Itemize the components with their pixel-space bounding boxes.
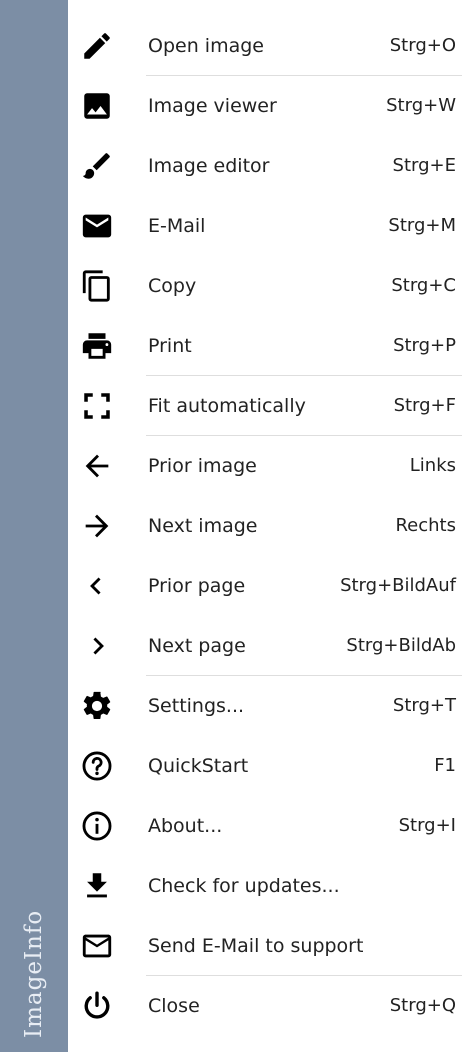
menu-item-copy[interactable]: Copy Strg+C [68,256,462,316]
menu-item-shortcut: Strg+P [393,335,456,356]
menu-item-label: Open image [148,35,264,57]
menu-item-label: Check for updates... [148,875,340,897]
power-icon [80,989,114,1023]
brush-icon [80,149,114,183]
menu-item-shortcut: Strg+E [392,155,456,176]
arrow-left-icon [80,449,114,483]
copy-icon [80,269,114,303]
menu-item-email[interactable]: E-Mail Strg+M [68,196,462,256]
menu-item-label: Image editor [148,155,270,177]
app-name: ImageInfo [21,909,47,1038]
menu-item-fit-automatically[interactable]: Fit automatically Strg+F [68,376,462,436]
menu-item-shortcut: Strg+F [393,395,456,416]
menu-item-shortcut: F1 [434,755,456,776]
menu-item-next-image[interactable]: Next image Rechts [68,496,462,556]
menu-item-shortcut: Rechts [395,515,456,536]
printer-icon [80,329,114,363]
menu-items: Open image Strg+O Image viewer Strg+W Im… [68,16,462,1036]
chevron-right-icon [80,629,114,663]
menu-item-prior-image[interactable]: Prior image Links [68,436,462,496]
menu-item-quickstart[interactable]: QuickStart F1 [68,736,462,796]
menu-item-about[interactable]: About... Strg+I [68,796,462,856]
menu-item-label: Next image [148,515,258,537]
menu-item-label: Close [148,995,200,1017]
menu-item-label: E-Mail [148,215,206,237]
menu-item-shortcut: Strg+C [391,275,456,296]
menu-item-image-editor[interactable]: Image editor Strg+E [68,136,462,196]
menu-item-label: Send E-Mail to support [148,935,364,957]
menu-item-send-support-email[interactable]: Send E-Mail to support [68,916,462,976]
menu-item-label: Next page [148,635,246,657]
gear-icon [80,689,114,723]
chevron-left-icon [80,569,114,603]
menu-item-shortcut: Strg+O [389,35,456,56]
menu-item-print[interactable]: Print Strg+P [68,316,462,376]
menu-item-label: Print [148,335,192,357]
sidebar-banner: ImageInfo [0,0,68,1052]
menu-item-label: Prior page [148,575,246,597]
arrow-right-icon [80,509,114,543]
menu-item-label: Settings... [148,695,245,717]
menu-item-shortcut: Strg+T [392,695,456,716]
pencil-icon [80,29,114,63]
menu-item-open-image[interactable]: Open image Strg+O [68,16,462,76]
menu-item-shortcut: Strg+M [388,215,456,236]
envelope-icon [80,209,114,243]
menu-item-shortcut: Strg+BildAuf [340,575,456,596]
menu-item-close[interactable]: Close Strg+Q [68,976,462,1036]
menu-item-shortcut: Strg+Q [389,995,456,1016]
menu-item-label: Copy [148,275,197,297]
image-icon [80,89,114,123]
menu-item-shortcut: Strg+BildAb [346,635,456,656]
menu-item-image-viewer[interactable]: Image viewer Strg+W [68,76,462,136]
menu-item-shortcut: Strg+W [386,95,456,116]
menu-item-label: About... [148,815,223,837]
download-icon [80,869,114,903]
fit-screen-icon [80,389,114,423]
menu-item-prior-page[interactable]: Prior page Strg+BildAuf [68,556,462,616]
context-menu: ImageInfo Open image Strg+O Image viewer… [0,0,462,1052]
help-icon [80,749,114,783]
menu-item-check-updates[interactable]: Check for updates... [68,856,462,916]
menu-item-shortcut: Strg+I [398,815,456,836]
menu-item-settings[interactable]: Settings... Strg+T [68,676,462,736]
menu-item-label: Fit automatically [148,395,306,417]
info-icon [80,809,114,843]
menu-item-next-page[interactable]: Next page Strg+BildAb [68,616,462,676]
menu-item-shortcut: Links [409,455,456,476]
menu-item-label: Image viewer [148,95,277,117]
mail-outline-icon [80,929,114,963]
menu-item-label: QuickStart [148,755,249,777]
menu-item-label: Prior image [148,455,257,477]
